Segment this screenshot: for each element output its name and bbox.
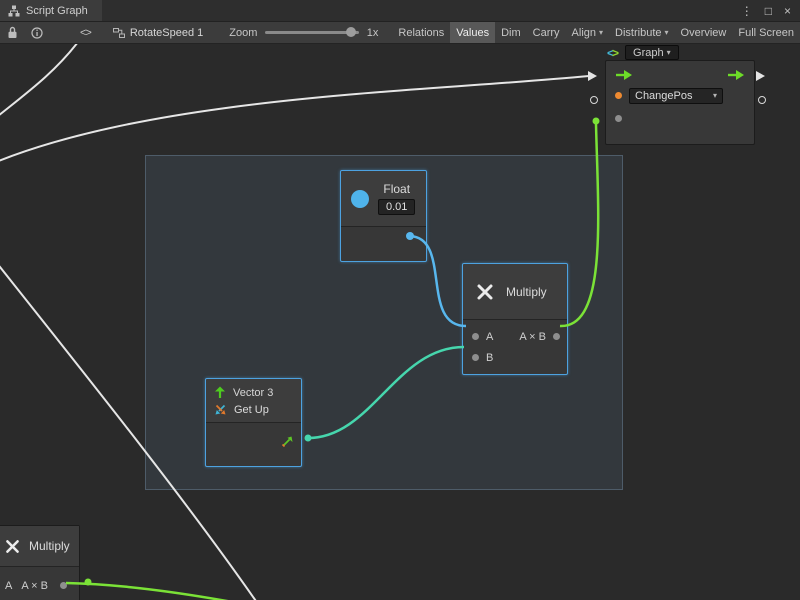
getup-body bbox=[206, 423, 301, 460]
lock-icon[interactable] bbox=[7, 26, 18, 39]
graph-toolbar: <> RotateSpeed 1 Zoom 1x Relations Value… bbox=[0, 22, 800, 44]
node-title: Multiply bbox=[506, 285, 547, 299]
overview-button[interactable]: Overview bbox=[675, 22, 733, 44]
node-multiply[interactable]: Multiply A A × B B bbox=[462, 263, 568, 375]
empty-port-ring[interactable] bbox=[590, 96, 598, 104]
maximize-icon[interactable]: □ bbox=[765, 5, 772, 17]
fullscreen-button[interactable]: Full Screen bbox=[732, 22, 800, 44]
flow-port-row bbox=[606, 61, 754, 84]
divider bbox=[0, 566, 79, 567]
vector3-output-icon[interactable] bbox=[281, 435, 294, 448]
changepos-row: ChangePos ▾ bbox=[606, 84, 754, 107]
graph-breadcrumb[interactable]: RotateSpeed 1 bbox=[113, 27, 203, 39]
changepos-dropdown[interactable]: ChangePos ▾ bbox=[629, 88, 723, 104]
node-title: Get Up bbox=[234, 404, 269, 416]
zoom-value: 1x bbox=[367, 27, 379, 39]
flow-input-arrow-icon[interactable] bbox=[588, 71, 597, 81]
multiply-icon bbox=[475, 282, 495, 302]
node-get-up[interactable]: Vector 3 Get Up bbox=[205, 378, 302, 467]
flow-output-arrow-icon[interactable] bbox=[756, 71, 765, 81]
wire-endpoint-dot[interactable] bbox=[593, 118, 600, 125]
tab-title: Script Graph bbox=[26, 5, 88, 17]
port-row-a: A A × B bbox=[463, 326, 567, 347]
window-controls: ⋮ □ × bbox=[741, 0, 800, 21]
chevron-down-icon: ▾ bbox=[713, 91, 717, 100]
wire-endpoint-dot[interactable] bbox=[85, 579, 92, 586]
kebab-menu-icon[interactable]: ⋮ bbox=[741, 5, 753, 17]
distribute-dropdown[interactable]: Distribute▾ bbox=[609, 22, 674, 44]
zoom-slider[interactable] bbox=[265, 31, 358, 34]
getup-header: Vector 3 Get Up bbox=[206, 379, 301, 422]
input-port-a[interactable] bbox=[472, 333, 479, 340]
flow-arrow-in-icon[interactable] bbox=[615, 69, 633, 81]
zoom-label: Zoom bbox=[229, 27, 257, 39]
up-arrow-icon bbox=[214, 386, 226, 399]
input-port-b[interactable] bbox=[472, 354, 479, 361]
graph-dropdown[interactable]: Graph ▾ bbox=[625, 45, 679, 60]
chevron-down-icon: ▾ bbox=[665, 28, 669, 37]
port-row-a: A A × B bbox=[0, 575, 79, 596]
node-title: Multiply bbox=[29, 539, 70, 553]
title-bar: Script Graph ⋮ □ × bbox=[0, 0, 800, 22]
multiply-header: Multiply bbox=[463, 264, 567, 319]
type-label: Vector 3 bbox=[233, 387, 273, 399]
multiply-header: Multiply bbox=[0, 526, 79, 566]
float-type-icon bbox=[351, 190, 369, 208]
code-edit-icon[interactable]: <> bbox=[80, 27, 91, 39]
align-dropdown[interactable]: Align▾ bbox=[566, 22, 609, 44]
visual-scripting-icon: <> bbox=[607, 46, 619, 60]
graph-asset-icon bbox=[113, 27, 125, 39]
object-port[interactable] bbox=[615, 92, 622, 99]
zoom-slider-handle[interactable] bbox=[346, 27, 356, 37]
value-port[interactable] bbox=[615, 115, 622, 122]
value-wire-bottom-multiply bbox=[66, 583, 238, 600]
chevron-down-icon: ▾ bbox=[667, 48, 671, 57]
flow-arrow-out-icon[interactable] bbox=[727, 69, 745, 81]
flow-wire bbox=[0, 44, 78, 116]
script-graph-window: Script Graph ⋮ □ × <> bbox=[0, 0, 800, 600]
node-multiply-partial[interactable]: Multiply A A × B bbox=[0, 525, 80, 600]
float-value-input[interactable]: 0.01 bbox=[378, 199, 415, 215]
float-header: Float 0.01 bbox=[341, 171, 426, 226]
carry-button[interactable]: Carry bbox=[527, 22, 566, 44]
empty-port-ring[interactable] bbox=[758, 96, 766, 104]
output-port[interactable] bbox=[60, 582, 67, 589]
transform-arrows-icon bbox=[214, 404, 227, 416]
graph-canvas[interactable]: <> Graph ▾ ChangePos ▾ bbox=[0, 44, 800, 600]
flow-wire-into-graph-input bbox=[0, 76, 589, 162]
script-graph-icon bbox=[8, 5, 20, 17]
graph-header: <> Graph ▾ bbox=[607, 44, 679, 61]
float-body bbox=[341, 227, 426, 261]
value-port-row bbox=[606, 107, 754, 130]
multiply-icon bbox=[4, 538, 21, 555]
node-float[interactable]: Float 0.01 bbox=[340, 170, 427, 262]
dim-button[interactable]: Dim bbox=[495, 22, 527, 44]
info-icon[interactable] bbox=[31, 27, 43, 39]
output-label: A × B bbox=[519, 331, 546, 343]
output-port[interactable] bbox=[553, 333, 560, 340]
graph-breadcrumb-label: RotateSpeed 1 bbox=[130, 27, 203, 39]
output-label: A × B bbox=[21, 580, 48, 592]
values-button[interactable]: Values bbox=[450, 22, 495, 44]
tab-script-graph[interactable]: Script Graph bbox=[0, 0, 102, 21]
port-row-b: B bbox=[463, 347, 567, 368]
node-title: Float bbox=[383, 182, 410, 196]
relations-button[interactable]: Relations bbox=[392, 22, 450, 44]
close-icon[interactable]: × bbox=[784, 5, 791, 17]
chevron-down-icon: ▾ bbox=[599, 28, 603, 37]
node-graph-io[interactable]: ChangePos ▾ bbox=[605, 60, 755, 145]
